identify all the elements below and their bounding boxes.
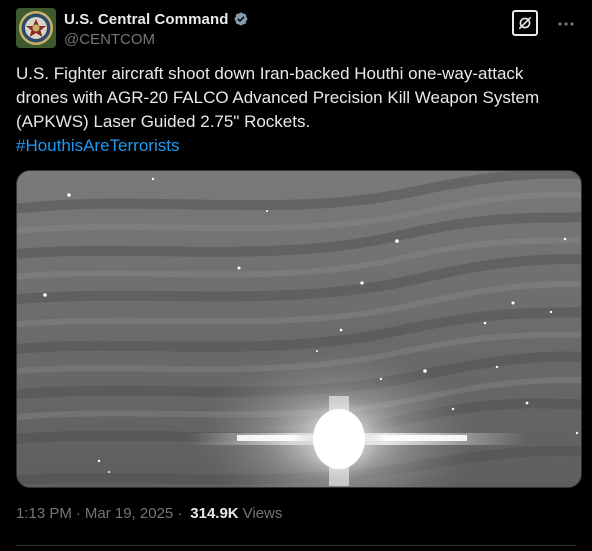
author-identity: U.S. Central Command @CENTCOM — [64, 9, 250, 48]
tweet-card: U.S. Central Command @CENTCOM U.S. Fight… — [0, 0, 592, 551]
meta-separator-2: · — [177, 505, 183, 522]
more-options-button[interactable] — [556, 14, 576, 34]
tweet-header: U.S. Central Command @CENTCOM — [16, 8, 576, 50]
views-label: Views — [242, 505, 283, 522]
verified-badge-icon[interactable] — [232, 10, 250, 28]
more-icon — [558, 22, 574, 26]
hashtag-link[interactable]: #HouthisAreTerrorists — [16, 134, 576, 158]
night-sky-explosion-image — [17, 171, 581, 487]
author-display-name[interactable]: U.S. Central Command — [64, 11, 229, 28]
tweet-date[interactable]: Mar 19, 2025 — [85, 505, 173, 522]
divider — [16, 545, 576, 546]
grok-icon — [518, 16, 531, 29]
tweet-text: U.S. Fighter aircraft shoot down Iran-ba… — [16, 62, 576, 158]
centcom-seal-icon — [16, 8, 56, 48]
tweet-meta: 1:13 PM · Mar 19, 2025 · 314.9K Views — [16, 505, 282, 522]
tweet-time[interactable]: 1:13 PM — [16, 505, 72, 522]
avatar[interactable] — [16, 8, 56, 48]
tweet-body: U.S. Fighter aircraft shoot down Iran-ba… — [16, 64, 540, 131]
author-handle[interactable]: @CENTCOM — [64, 31, 250, 48]
views-count: 314.9K — [190, 505, 239, 522]
meta-separator: · — [75, 505, 81, 522]
grok-button[interactable] — [512, 10, 538, 36]
tweet-media-image[interactable] — [16, 170, 582, 488]
display-name-row: U.S. Central Command — [64, 9, 250, 29]
